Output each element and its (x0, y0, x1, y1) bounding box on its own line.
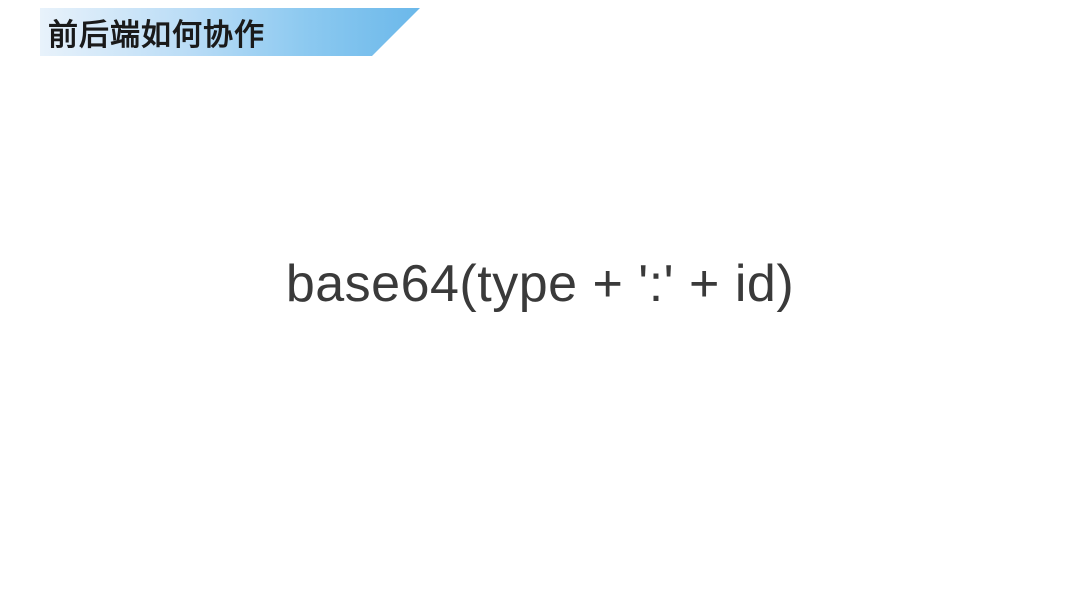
slide-main-content: base64(type + ':' + id) (0, 0, 1080, 608)
formula-text: base64(type + ':' + id) (286, 254, 794, 314)
slide-header-banner: 前后端如何协作 (40, 8, 265, 56)
slide-title: 前后端如何协作 (40, 10, 265, 54)
